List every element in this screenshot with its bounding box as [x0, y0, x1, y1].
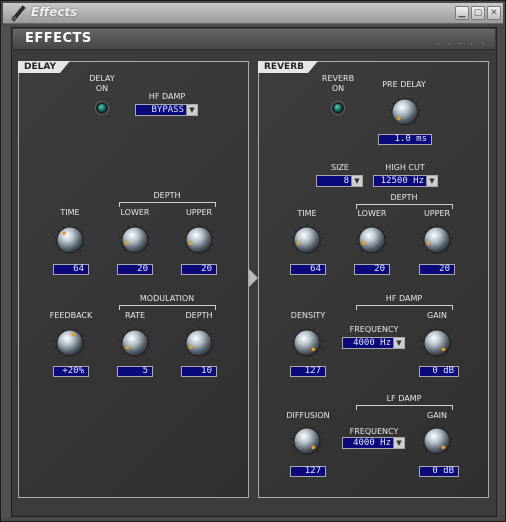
reverb-lower-label: LOWER — [357, 209, 387, 218]
delay-rate-label: RATE — [124, 311, 146, 320]
reverb-lower-value: 20 — [354, 264, 390, 275]
chevron-down-icon: ▼ — [426, 176, 437, 186]
chevron-down-icon: ▼ — [351, 176, 362, 186]
header-dots: . . . . . — [437, 37, 487, 46]
delay-time-value: 64 — [53, 264, 89, 275]
delay-rate-knob[interactable] — [118, 326, 152, 360]
reverb-lf-gain-knob[interactable] — [420, 424, 454, 458]
minimize-icon: ▁ — [458, 8, 466, 18]
reverb-pre-delay-value: 1.0 ms — [378, 134, 432, 145]
reverb-diffusion-label: DIFFUSION — [286, 411, 330, 420]
delay-modulation-bracket — [119, 305, 216, 310]
delay-feedback-value: +20% — [53, 366, 89, 377]
reverb-upper-label: UPPER — [423, 209, 451, 218]
delay-section: DELAY — [18, 61, 249, 498]
close-icon: ✕ — [490, 8, 498, 18]
delay-modulation-group-label: MODULATION — [139, 294, 195, 303]
reverb-lf-frequency-select[interactable]: 4000 Hz ▼ — [342, 437, 405, 449]
reverb-hf-gain-value: 0 dB — [419, 366, 459, 377]
effects-window: Effects ▁ ▢ ✕ EFFECTS . . . . . DELAY DE… — [0, 0, 506, 522]
window-title: Effects — [31, 5, 78, 19]
reverb-lf-damp-group-label: LF DAMP — [386, 394, 422, 403]
reverb-hf-frequency-select[interactable]: 4000 Hz ▼ — [342, 337, 405, 349]
reverb-time-label: TIME — [297, 209, 317, 218]
delay-depth-group-label: DEPTH — [153, 191, 181, 200]
reverb-lf-frequency-label: FREQUENCY — [349, 427, 399, 436]
delay-upper-label: UPPER — [185, 208, 213, 217]
reverb-density-label: DENSITY — [290, 311, 326, 320]
delay-hf-damp-select[interactable]: BYPASS ▼ — [135, 104, 198, 116]
reverb-size-value: 8 — [343, 176, 349, 186]
reverb-diffusion-value: 127 — [290, 466, 326, 477]
reverb-lf-frequency-value: 4000 Hz — [353, 438, 391, 448]
reverb-upper-knob[interactable] — [420, 223, 454, 257]
maximize-button[interactable]: ▢ — [471, 6, 485, 20]
title-bar[interactable]: Effects ▁ ▢ ✕ — [3, 3, 503, 24]
delay-depth-label: DEPTH — [185, 311, 213, 320]
chevron-down-icon: ▼ — [393, 438, 404, 448]
chevron-down-icon: ▼ — [186, 105, 197, 115]
reverb-size-select[interactable]: 8 ▼ — [316, 175, 363, 187]
reverb-density-value: 127 — [290, 366, 326, 377]
delay-hf-damp-label: HF DAMP — [148, 92, 186, 101]
delay-time-knob[interactable] — [53, 223, 87, 257]
window-border — [1, 27, 11, 517]
reverb-lf-damp-bracket — [356, 405, 453, 410]
reverb-high-cut-select[interactable]: 12500 Hz ▼ — [373, 175, 438, 187]
delay-mod-depth-value: 10 — [181, 366, 217, 377]
reverb-size-label: SIZE — [331, 163, 349, 172]
delay-hf-damp-value: BYPASS — [151, 105, 184, 115]
reverb-hf-frequency-label: FREQUENCY — [349, 325, 399, 334]
reverb-tab: REVERB — [258, 61, 318, 73]
reverb-time-knob[interactable] — [290, 223, 324, 257]
delay-lower-knob[interactable] — [118, 223, 152, 257]
reverb-diffusion-knob[interactable] — [290, 424, 324, 458]
reverb-time-value: 64 — [290, 264, 326, 275]
reverb-lower-knob[interactable] — [355, 223, 389, 257]
reverb-depth-group-label: DEPTH — [390, 193, 418, 202]
header-title: EFFECTS — [25, 31, 92, 46]
reverb-lf-gain-value: 0 dB — [419, 466, 459, 477]
guitar-icon — [11, 5, 26, 22]
delay-upper-value: 20 — [181, 264, 217, 275]
delay-lower-value: 20 — [117, 264, 153, 275]
delay-depth-bracket — [119, 202, 216, 207]
reverb-hf-damp-bracket — [356, 305, 453, 310]
close-button[interactable]: ✕ — [487, 6, 501, 20]
delay-lower-label: LOWER — [120, 208, 150, 217]
delay-on-label-2: ON — [95, 84, 109, 93]
reverb-upper-value: 20 — [419, 264, 455, 275]
delay-mod-depth-knob[interactable] — [182, 326, 216, 360]
reverb-high-cut-label: HIGH CUT — [385, 163, 425, 172]
delay-time-label: TIME — [60, 208, 80, 217]
delay-on-label-1: DELAY — [89, 74, 115, 83]
reverb-on-label-2: ON — [331, 84, 345, 93]
effects-header: EFFECTS . . . . . — [13, 29, 495, 50]
reverb-hf-frequency-value: 4000 Hz — [353, 338, 391, 348]
delay-tab: DELAY — [18, 61, 70, 73]
reverb-density-knob[interactable] — [290, 326, 324, 360]
delay-feedback-knob[interactable] — [53, 326, 87, 360]
reverb-hf-gain-label: GAIN — [426, 311, 448, 320]
chevron-down-icon: ▼ — [393, 338, 404, 348]
chevron-right-icon — [249, 269, 258, 287]
reverb-on-label-1: REVERB — [321, 74, 355, 83]
reverb-hf-gain-knob[interactable] — [420, 326, 454, 360]
delay-rate-value: 5 — [117, 366, 153, 377]
delay-upper-knob[interactable] — [182, 223, 216, 257]
reverb-hf-damp-group-label: HF DAMP — [385, 294, 423, 303]
delay-feedback-label: FEEDBACK — [49, 311, 93, 320]
minimize-button[interactable]: ▁ — [455, 6, 469, 20]
delay-on-toggle[interactable] — [96, 102, 108, 114]
reverb-on-toggle[interactable] — [332, 102, 344, 114]
maximize-icon: ▢ — [473, 8, 483, 18]
reverb-pre-delay-knob[interactable] — [388, 95, 422, 129]
reverb-pre-delay-label: PRE DELAY — [382, 80, 426, 89]
reverb-depth-bracket — [356, 204, 453, 209]
reverb-high-cut-value: 12500 Hz — [380, 176, 424, 186]
reverb-lf-gain-label: GAIN — [426, 411, 448, 420]
